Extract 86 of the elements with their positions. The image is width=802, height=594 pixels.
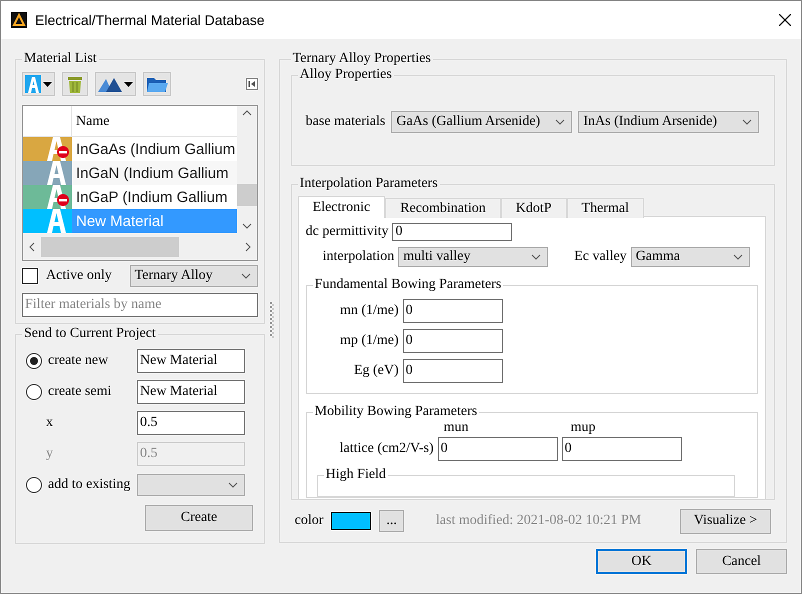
splitter-handle[interactable] bbox=[270, 302, 274, 338]
type-dropdown[interactable]: Ternary Alloy bbox=[130, 265, 258, 287]
tab[interactable]: Recombination bbox=[385, 198, 501, 218]
input-field[interactable]: 0 bbox=[402, 359, 503, 383]
folder-icon[interactable] bbox=[143, 72, 171, 96]
section-title: Ternary Alloy Properties bbox=[292, 51, 432, 67]
tab[interactable]: Thermal bbox=[566, 198, 644, 218]
input-field[interactable]: New Material bbox=[137, 348, 245, 372]
dialog-button[interactable]: OK bbox=[596, 549, 687, 574]
window-title: Electrical/Thermal Material Database bbox=[35, 12, 266, 28]
chevron-down-icon bbox=[532, 254, 541, 260]
collapse-icon[interactable] bbox=[246, 78, 258, 90]
field-label: y bbox=[46, 446, 53, 462]
column-label: mup bbox=[570, 420, 597, 436]
trash-icon[interactable] bbox=[62, 72, 88, 96]
interpolation-dropdown[interactable]: multi valley bbox=[398, 247, 548, 267]
color-swatch[interactable] bbox=[331, 512, 372, 530]
visualize-button[interactable]: Visualize > bbox=[680, 508, 771, 534]
column-header[interactable]: Name bbox=[72, 106, 237, 136]
material-dropdown[interactable]: InAs (Indium Arsenide) bbox=[578, 111, 760, 133]
input-field[interactable]: 0 bbox=[392, 223, 512, 241]
field-label: Ec valley bbox=[574, 249, 627, 265]
vertical-scrollbar[interactable] bbox=[236, 106, 257, 233]
tab[interactable]: Electronic bbox=[298, 196, 386, 218]
tab[interactable]: KdotP bbox=[500, 198, 567, 218]
radio-label: create new bbox=[48, 352, 108, 368]
horizontal-scrollbar[interactable] bbox=[23, 233, 257, 260]
scroll-left-icon[interactable] bbox=[29, 242, 35, 252]
checkbox[interactable] bbox=[22, 268, 38, 284]
input-field[interactable]: 0 bbox=[402, 329, 503, 353]
scroll-right-icon[interactable] bbox=[244, 242, 251, 252]
radio-button[interactable] bbox=[26, 384, 42, 400]
scroll-thumb[interactable] bbox=[41, 236, 179, 256]
last-modified-text: last modified: 2021-08-02 10:21 PM bbox=[436, 513, 642, 529]
input-field[interactable]: 0 bbox=[402, 299, 503, 323]
caret-icon bbox=[43, 82, 52, 86]
field-label: base materials bbox=[306, 114, 386, 130]
field-label: x bbox=[46, 414, 53, 430]
create-button[interactable]: Create bbox=[145, 505, 253, 531]
field-label: mn (1/me) bbox=[340, 303, 399, 319]
app-logo-icon bbox=[11, 12, 27, 28]
radio-button[interactable] bbox=[26, 476, 42, 492]
list-item[interactable]: InGaN (Indium Gallium bbox=[23, 161, 237, 185]
field-label: interpolation bbox=[322, 249, 394, 265]
section-title: Send to Current Project bbox=[23, 326, 157, 342]
input-field[interactable]: New Material bbox=[137, 380, 245, 404]
checkbox-label: Active only bbox=[46, 268, 112, 284]
input-field[interactable]: 0 bbox=[438, 437, 558, 461]
chevron-down-icon bbox=[241, 274, 250, 279]
section-title: Mobility Bowing Parameters bbox=[314, 404, 478, 420]
section-title: Alloy Properties bbox=[298, 67, 393, 83]
field-label: mp (1/me) bbox=[340, 333, 399, 349]
valley-dropdown[interactable]: Gamma bbox=[630, 247, 750, 267]
radio-label: add to existing bbox=[48, 476, 130, 492]
list-item[interactable]: InGaP (Indium Gallium bbox=[23, 185, 237, 209]
section-title: Material List bbox=[23, 51, 98, 67]
close-icon[interactable] bbox=[779, 14, 791, 26]
scroll-up-icon[interactable] bbox=[242, 110, 252, 116]
field-label: Eg (eV) bbox=[354, 363, 399, 379]
material-icon bbox=[25, 75, 41, 93]
column-label: mun bbox=[444, 420, 470, 436]
field-label: dc permittivity bbox=[306, 224, 388, 240]
material-dropdown[interactable]: GaAs (Gallium Arsenide) bbox=[391, 111, 572, 133]
filter-field[interactable]: Filter materials by name bbox=[22, 293, 258, 317]
new-material-button[interactable] bbox=[22, 72, 55, 96]
caret-icon bbox=[124, 82, 133, 86]
input-field[interactable]: 0.5 bbox=[137, 410, 245, 434]
chevron-down-icon bbox=[733, 254, 742, 260]
list-item[interactable]: InGaAs (Indium Gallium bbox=[23, 137, 237, 161]
scroll-thumb[interactable] bbox=[236, 184, 257, 206]
radio-button[interactable] bbox=[26, 352, 42, 368]
chevron-down-icon bbox=[556, 120, 565, 125]
mountain-icon bbox=[98, 76, 122, 92]
dialog-button[interactable]: Cancel bbox=[696, 549, 787, 574]
scroll-down-icon[interactable] bbox=[242, 223, 252, 229]
chevron-down-icon bbox=[228, 482, 238, 488]
section-title: Interpolation Parameters bbox=[298, 177, 439, 192]
field-label: lattice (cm2/V-s) bbox=[340, 441, 434, 457]
field-label: color bbox=[294, 513, 324, 529]
input-field[interactable]: 0 bbox=[562, 437, 682, 461]
import-button[interactable] bbox=[95, 72, 136, 96]
section-title: High Field bbox=[324, 467, 387, 483]
section-title: Fundamental Bowing Parameters bbox=[314, 277, 502, 293]
radio-label: create semi bbox=[48, 384, 112, 400]
chevron-down-icon bbox=[742, 120, 752, 125]
color-picker-button[interactable]: ... bbox=[379, 510, 404, 532]
